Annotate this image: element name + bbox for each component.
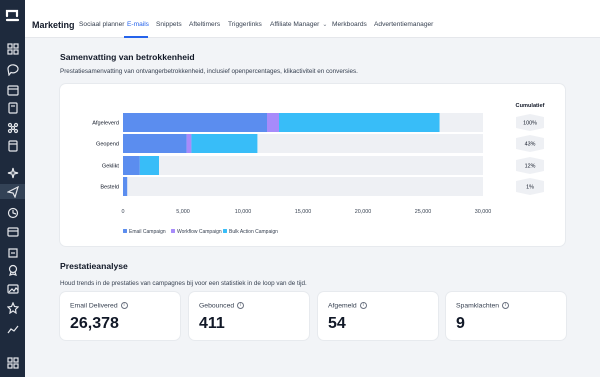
bar-segment — [279, 113, 440, 132]
stat-value: 9 — [456, 315, 465, 332]
stat-label-text: Gebounced — [199, 302, 235, 310]
app-marketplace-icon[interactable] — [5, 321, 20, 336]
tab-e-mails[interactable]: E-mails — [127, 21, 149, 28]
stat-label: Gebounced i — [199, 302, 245, 310]
cumulative-value: 100% — [523, 121, 537, 127]
nav-rail — [0, 0, 25, 377]
stat-value: 54 — [328, 315, 346, 332]
tab-snippets[interactable]: Snippets — [156, 21, 182, 28]
stat-card-spamklachten[interactable]: Spamklachten i 9 — [446, 292, 566, 340]
x-tick-label: 0 — [122, 209, 125, 215]
stat-label-text: Afgemeld — [328, 302, 357, 310]
logo-icon[interactable] — [4, 7, 21, 24]
memberships-icon[interactable] — [5, 245, 20, 260]
summary-subtitle: Prestatiesamenvatting van ontvangerbetro… — [60, 68, 358, 75]
chevron-down-icon: ⌄ — [322, 22, 328, 28]
app-title: Marketing — [32, 20, 75, 30]
cumulative-value: 12% — [525, 164, 536, 170]
bar-segment — [139, 156, 159, 175]
x-tick-label: 30,000 — [475, 209, 492, 215]
bar-track — [123, 156, 483, 175]
marketing-icon[interactable] — [0, 184, 25, 199]
reputation-icon[interactable] — [5, 281, 20, 296]
info-icon[interactable]: i — [359, 302, 367, 309]
x-tick-label: 20,000 — [355, 209, 372, 215]
automation-icon[interactable] — [5, 205, 20, 220]
stat-card-gebounced[interactable]: Gebounced i 411 — [189, 292, 309, 340]
stat-label: Afgemeld i — [328, 302, 367, 309]
tab-sociaal-planner[interactable]: Sociaal planner — [79, 21, 124, 28]
tab-affiliate-manager-label: Affiliate Manager — [270, 21, 320, 28]
summary-title: Samenvatting van betrokkenheid — [60, 52, 195, 62]
category-label: Besteld — [100, 185, 119, 191]
performance-title: Prestatieanalyse — [60, 261, 128, 271]
tab-merkboards[interactable]: Merkboards — [332, 21, 367, 28]
cumulative-header: Cumulatief — [516, 103, 545, 109]
info-icon[interactable]: i — [120, 302, 128, 309]
category-label: Geklikt — [102, 164, 120, 170]
stat-label-text: Email Delivered — [70, 302, 118, 310]
calendar-icon[interactable] — [5, 82, 20, 97]
x-tick-label: 15,000 — [295, 209, 312, 215]
bar-segment — [123, 113, 267, 132]
engagement-funnel-chart: Afgeleverd 100% Geopend 43% Geklikt 12% Bestel… — [92, 103, 545, 235]
bar-segment — [191, 134, 258, 153]
contacts-icon[interactable] — [5, 100, 20, 115]
x-tick-label: 5,000 — [176, 209, 190, 215]
legend-swatch — [223, 229, 227, 233]
tab-triggerlinks[interactable]: Triggerlinks — [228, 21, 262, 28]
legend-label: Bulk Action Campaign — [229, 229, 278, 235]
cumulative-value: 1% — [526, 185, 534, 191]
active-tab-indicator — [124, 36, 148, 38]
bar-segment — [123, 134, 187, 153]
opportunities-icon[interactable] — [5, 120, 20, 135]
bar-segment — [267, 113, 279, 132]
x-tick-label: 25,000 — [415, 209, 432, 215]
stat-value: 411 — [199, 315, 225, 332]
bar-segment — [123, 156, 140, 175]
tab-advertentiemanager[interactable]: Advertentiemanager — [374, 21, 433, 28]
reporting-icon[interactable] — [5, 300, 20, 315]
stat-card-afgemeld[interactable]: Afgemeld i 54 — [318, 292, 438, 340]
bar-track — [123, 177, 483, 196]
ai-agents-icon[interactable] — [5, 165, 20, 180]
stat-label: Email Delivered i — [70, 302, 128, 309]
category-label: Afgeleverd — [92, 121, 119, 127]
tab-afteltimers[interactable]: Afteltimers — [189, 21, 220, 28]
stat-label-text: Spamklachten — [456, 302, 500, 310]
settings-icon[interactable] — [5, 355, 20, 370]
sites-icon[interactable] — [5, 224, 20, 239]
performance-subtitle: Houd trends in de prestaties van campagn… — [60, 280, 307, 287]
stat-card-email-delivered[interactable]: Email Delivered i 26,378 — [60, 292, 180, 340]
legend-swatch — [123, 229, 127, 233]
info-icon[interactable]: i — [237, 302, 245, 309]
x-tick-label: 10,000 — [235, 209, 252, 215]
tab-affiliate-manager[interactable]: Affiliate Manager ⌄ — [270, 21, 327, 28]
bar-segment — [123, 177, 128, 196]
legend-swatch — [171, 229, 175, 233]
media-icon[interactable] — [5, 262, 20, 277]
conversations-icon[interactable] — [5, 62, 20, 77]
info-icon[interactable]: i — [502, 302, 510, 309]
legend-label: Workflow Campaign — [177, 229, 222, 235]
legend-label: Email Campaign — [129, 229, 166, 235]
dashboard-icon[interactable] — [5, 41, 20, 56]
stat-value: 26,378 — [70, 315, 119, 332]
payments-icon[interactable] — [5, 138, 20, 153]
cumulative-value: 43% — [525, 142, 536, 148]
stat-label: Spamklachten i — [456, 302, 510, 310]
bar-segment — [186, 134, 192, 153]
category-label: Geopend — [96, 142, 119, 148]
top-bar: Marketing Sociaal planner E-mails Snippe… — [25, 0, 600, 38]
